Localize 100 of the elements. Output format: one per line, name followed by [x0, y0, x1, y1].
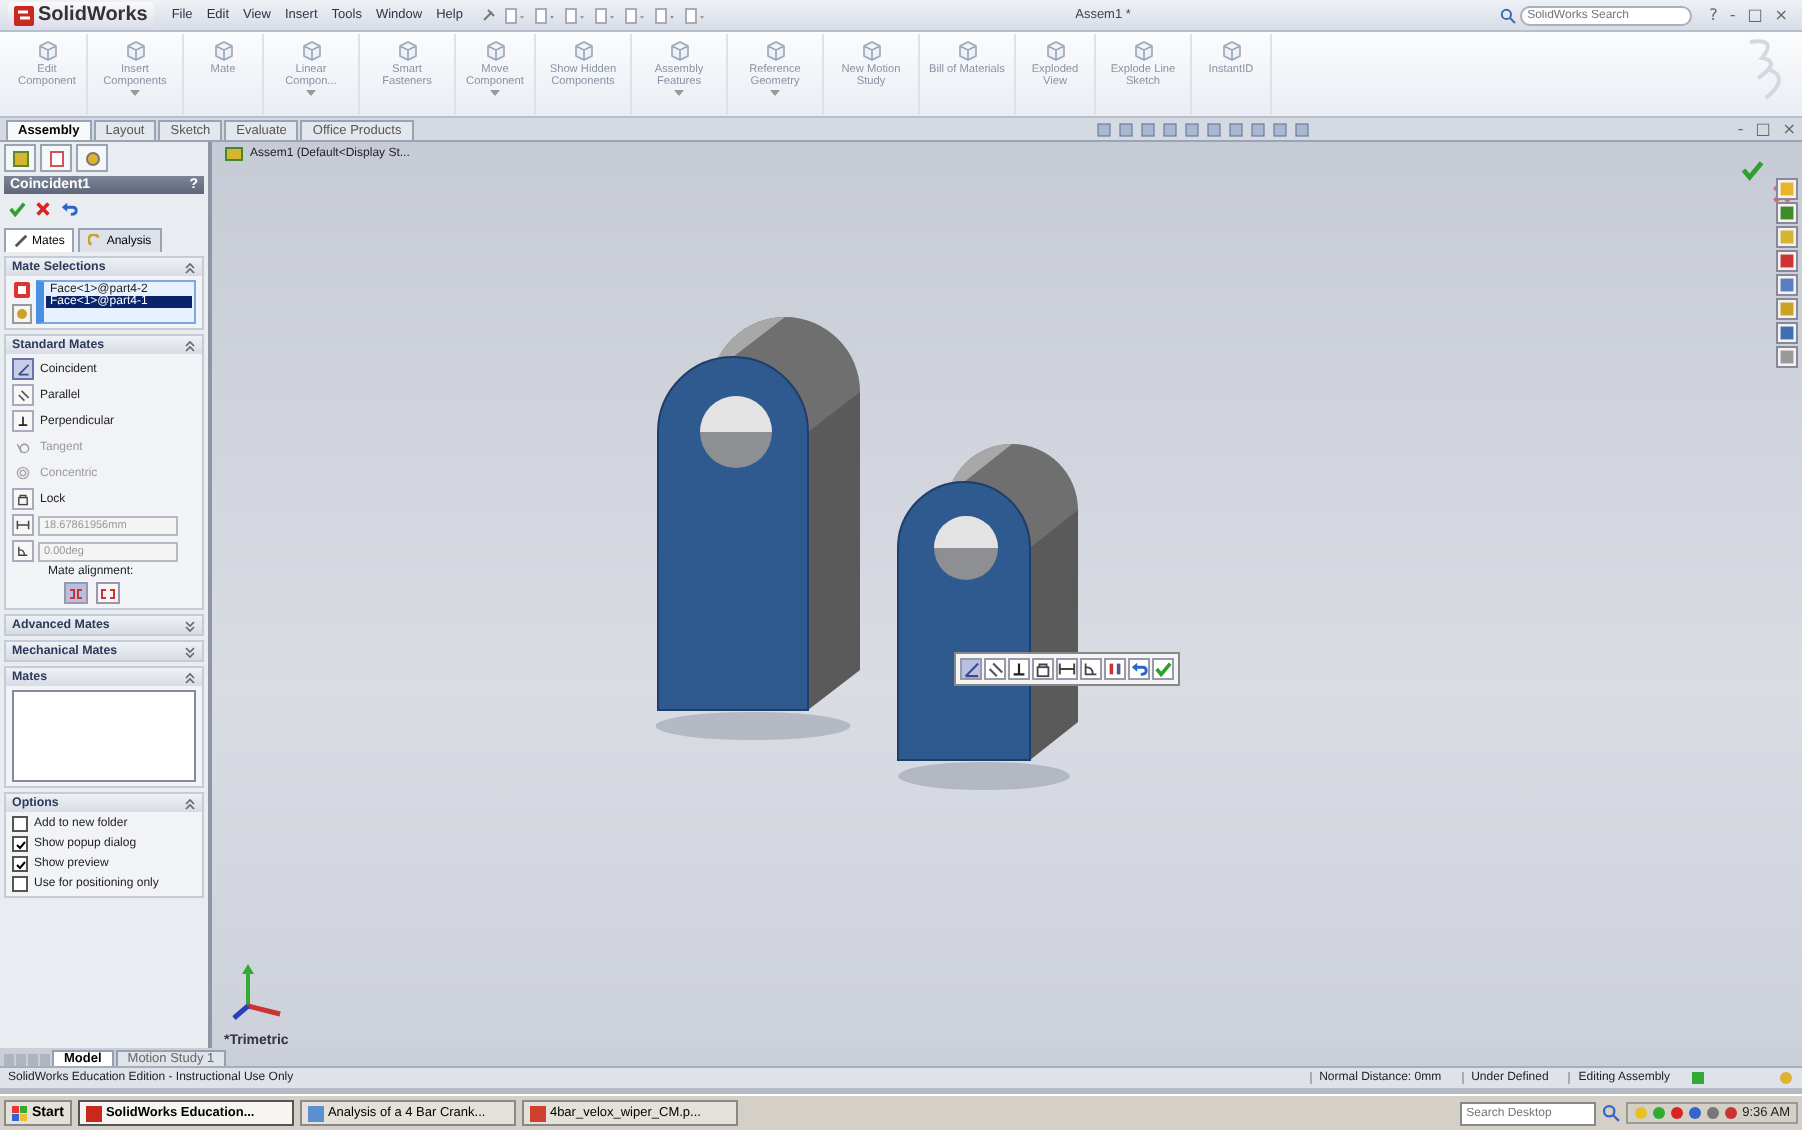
task-pane-icon[interactable]: [1776, 226, 1798, 248]
window-button[interactable]: □: [1741, 6, 1769, 24]
dropdown-icon[interactable]: [130, 90, 140, 97]
popup-tool-button[interactable]: [1008, 658, 1030, 680]
cube-icon: [859, 38, 883, 62]
task-pane-icon[interactable]: [1776, 178, 1798, 200]
cube-icon: [211, 38, 235, 62]
alignment-button[interactable]: [64, 582, 88, 604]
cube-icon: [1219, 38, 1243, 62]
mates-list[interactable]: [12, 690, 196, 782]
document-icon[interactable]: [504, 7, 527, 23]
assembly-icon: [11, 149, 29, 167]
property-manager-tab[interactable]: [40, 144, 72, 172]
mate-tool-icon: [962, 660, 980, 678]
windows-flag-icon: [12, 1105, 28, 1121]
dropdown-icon[interactable]: [674, 90, 684, 97]
mate-icon: [14, 234, 28, 248]
popup-tool-button[interactable]: [1032, 658, 1054, 680]
cube-icon: [955, 38, 979, 62]
feature-tree-tab[interactable]: [4, 144, 36, 172]
collapse-icon[interactable]: [184, 339, 196, 351]
document-window-button[interactable]: -: [1731, 120, 1750, 138]
mate-type-icon[interactable]: [12, 384, 34, 406]
document-icon[interactable]: [534, 7, 557, 23]
task-pane-icon[interactable]: [1776, 298, 1798, 320]
checkbox[interactable]: [12, 856, 28, 872]
document-icon[interactable]: [624, 7, 647, 23]
mate-tool-icon: [1010, 660, 1028, 678]
alignment-icon: [68, 585, 84, 601]
mate-tool-icon: [1106, 660, 1124, 678]
cube-icon: [1043, 38, 1067, 62]
task-pane-icon[interactable]: [1776, 346, 1798, 368]
bracket-part[interactable]: [897, 444, 1078, 790]
mate-tool-icon: [1034, 660, 1052, 678]
cube-icon: [299, 38, 323, 62]
expand-icon[interactable]: [184, 619, 196, 631]
cube-icon: [123, 38, 147, 62]
undo-icon[interactable]: [60, 200, 78, 218]
collapse-icon[interactable]: [184, 671, 196, 683]
cube-icon: [1131, 38, 1155, 62]
alignment-icon: [100, 585, 116, 601]
sheet-icon: [47, 149, 65, 167]
checkbox[interactable]: [12, 876, 28, 892]
confirm-icon[interactable]: [1738, 158, 1766, 182]
close-icon[interactable]: [34, 200, 52, 218]
mate-tool-icon: [986, 660, 1004, 678]
window-button[interactable]: ×: [1768, 6, 1794, 24]
document-icon[interactable]: [654, 7, 677, 23]
mate-tool-icon: [1082, 660, 1100, 678]
configuration-tab[interactable]: [76, 144, 108, 172]
cube-icon: [395, 38, 419, 62]
popup-tool-button[interactable]: [1080, 658, 1102, 680]
window-button[interactable]: -: [1723, 6, 1742, 24]
circle-icon: [83, 149, 101, 167]
mate-tool-icon: [1058, 660, 1076, 678]
cube-icon: [763, 38, 787, 62]
collapse-icon[interactable]: [184, 797, 196, 809]
app-icon: [85, 1105, 102, 1121]
app-logo[interactable]: SolidWorks: [8, 2, 154, 28]
app-icon: [307, 1105, 324, 1121]
task-pane-icon[interactable]: [1776, 274, 1798, 296]
alignment-button[interactable]: [96, 582, 120, 604]
app-icon: [529, 1105, 546, 1121]
mate-type-icon[interactable]: [12, 358, 34, 380]
cancel-icon[interactable]: [1770, 182, 1794, 206]
mate-type-icon[interactable]: [12, 410, 34, 432]
popup-tool-button[interactable]: [1104, 658, 1126, 680]
dropdown-icon[interactable]: [490, 90, 500, 97]
document-icon[interactable]: [594, 7, 617, 23]
logo-icon: [14, 5, 34, 25]
expand-icon[interactable]: [184, 645, 196, 657]
document-icon[interactable]: [684, 7, 707, 23]
dropdown-icon[interactable]: [306, 90, 316, 97]
bracket-part[interactable]: [655, 317, 860, 740]
popup-tool-button[interactable]: [984, 658, 1006, 680]
pin-icon[interactable]: [480, 7, 497, 23]
cube-icon: [483, 38, 507, 62]
cube-icon: [571, 38, 595, 62]
cube-icon: [35, 38, 59, 62]
cube-icon: [667, 38, 691, 62]
document-window-button[interactable]: ×: [1776, 120, 1802, 138]
task-pane-icon[interactable]: [1776, 322, 1798, 344]
dropdown-icon[interactable]: [770, 90, 780, 97]
task-pane-icon[interactable]: [1776, 202, 1798, 224]
document-icon[interactable]: [564, 7, 587, 23]
rebuild-icon[interactable]: [1690, 1070, 1706, 1086]
task-pane-icon[interactable]: [1776, 250, 1798, 272]
ok-icon[interactable]: [8, 200, 26, 218]
search-icon[interactable]: [1602, 1104, 1621, 1122]
checkbox[interactable]: [12, 816, 28, 832]
part-icon[interactable]: [12, 280, 32, 300]
search-icon[interactable]: [1499, 7, 1516, 23]
assembly-icon[interactable]: [224, 146, 244, 162]
mate-type-icon[interactable]: [12, 488, 34, 510]
popup-tool-button[interactable]: [1056, 658, 1078, 680]
collapse-icon[interactable]: [184, 261, 196, 273]
checkbox[interactable]: [12, 836, 28, 852]
analysis-icon: [88, 234, 103, 248]
window-button[interactable]: ?: [1703, 6, 1724, 24]
document-window-button[interactable]: □: [1749, 120, 1777, 138]
